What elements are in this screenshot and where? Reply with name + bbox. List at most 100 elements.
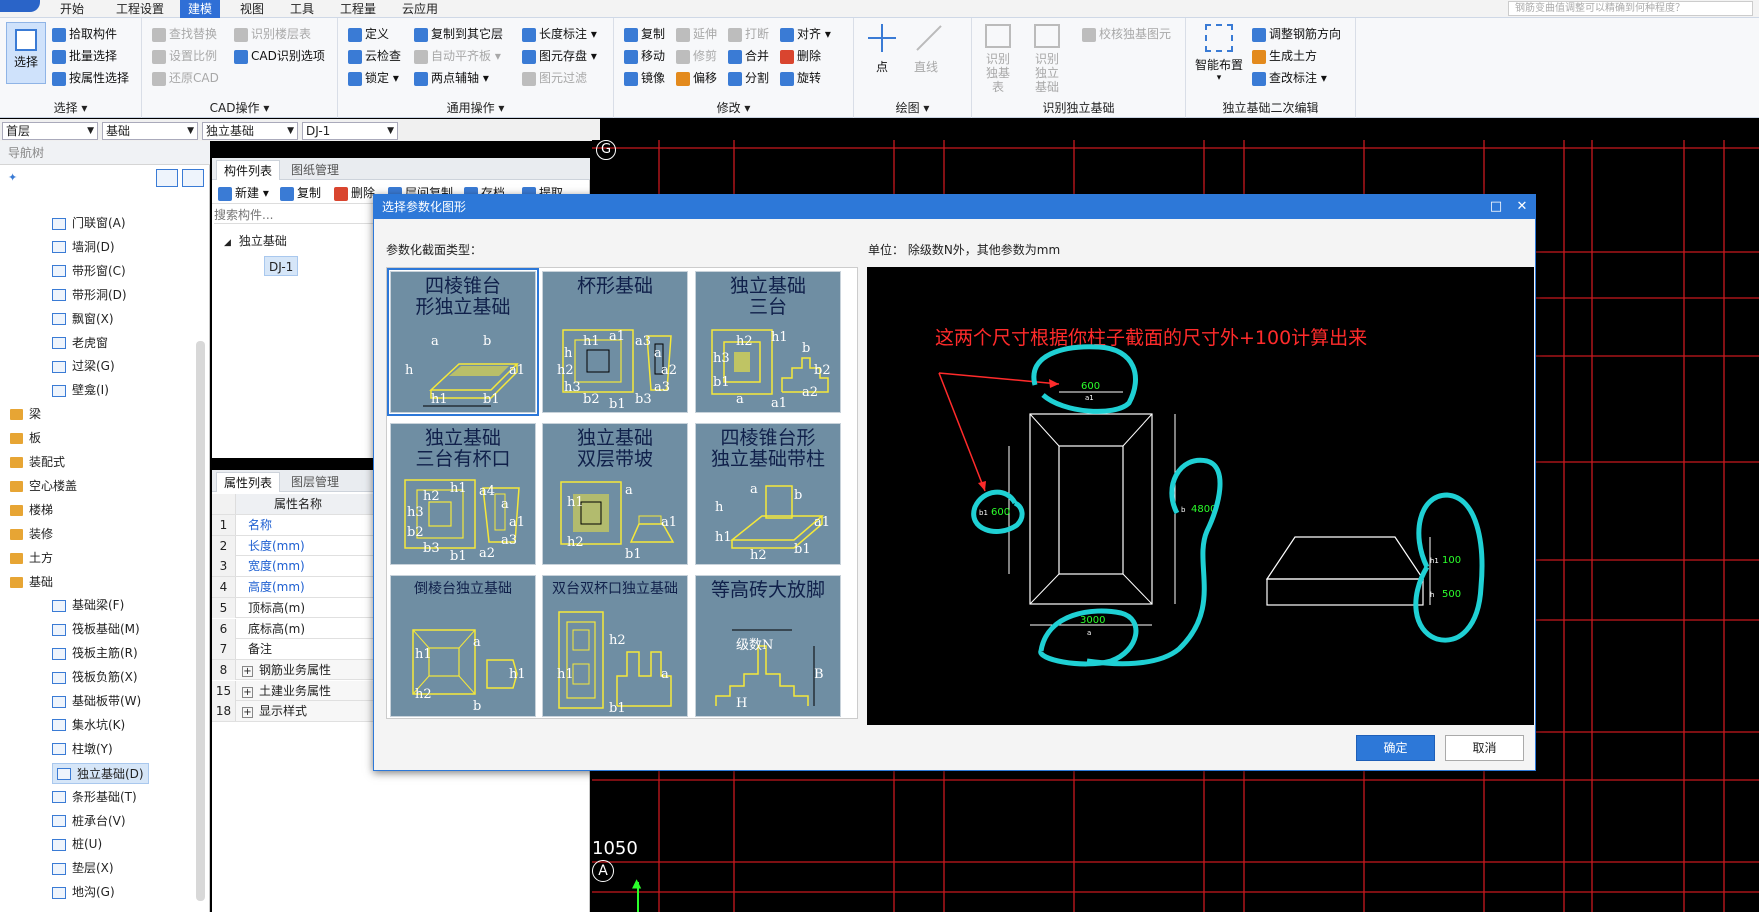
nav-item[interactable]: 集水坑(K)	[52, 715, 125, 736]
nav-item[interactable]: 飘窗(X)	[52, 309, 114, 330]
nav-item[interactable]: 筏板主筋(R)	[52, 643, 138, 664]
group-label-common[interactable]: 通用操作 ▾	[338, 99, 613, 116]
shape-tile[interactable]: 等高砖大放脚 B H 级数N	[695, 575, 841, 717]
tab-modeling[interactable]: 建模	[180, 0, 221, 18]
tab-component-list[interactable]: 构件列表	[216, 160, 281, 180]
nav-item[interactable]: 桩承台(V)	[52, 811, 126, 832]
ok-button[interactable]: 确定	[1356, 735, 1435, 761]
shape-tile[interactable]: 双台双杯口独立基础 a b1 h1 h2	[542, 575, 688, 717]
split-button[interactable]: 分割	[728, 68, 769, 88]
break-button[interactable]: 打断	[728, 24, 769, 44]
nav-item[interactable]: 基础梁(F)	[52, 595, 124, 616]
type-select[interactable]: 独立基础 ▼	[202, 122, 298, 140]
nav-item[interactable]: 垫层(X)	[52, 858, 114, 879]
shape-tile[interactable]: 四棱锥台 形独立基础 a1 b1 h1 h a b	[387, 268, 539, 416]
nav-folder[interactable]: 楼梯	[10, 500, 53, 521]
select-by-attr-button[interactable]: 按属性选择	[52, 68, 129, 88]
nav-item[interactable]: 地沟(G)	[52, 882, 115, 903]
new-component-button[interactable]: 新建 ▾	[218, 183, 269, 203]
group-label-modify[interactable]: 修改 ▾	[614, 99, 853, 116]
adjust-rebar-direction-button[interactable]: 调整钢筋方向	[1252, 24, 1341, 44]
tree-item-dj1[interactable]: DJ-1	[264, 256, 299, 276]
select-button[interactable]: 选择	[6, 22, 46, 84]
align-button[interactable]: 对齐 ▾	[780, 24, 831, 44]
tab-tools[interactable]: 工具	[282, 0, 322, 18]
component-select[interactable]: DJ-1 ▼	[302, 122, 398, 140]
maximize-icon[interactable]: □	[1484, 195, 1508, 219]
nav-item[interactable]: 柱墩(Y)	[52, 739, 113, 760]
nav-item[interactable]: 筏板基础(M)	[52, 619, 140, 640]
nav-folder[interactable]: 基础	[10, 572, 53, 593]
tab-quantities[interactable]: 工程量	[332, 0, 384, 18]
floor-select[interactable]: 首层 ▼	[2, 122, 98, 140]
batch-select-button[interactable]: 批量选择	[52, 46, 117, 66]
shape-tile[interactable]: 四棱锥台形 独立基础带柱 a1 b1 h2 h1 h a b	[695, 423, 841, 565]
tab-cloud[interactable]: 云应用	[394, 0, 446, 18]
group-label-select[interactable]: 选择 ▾	[0, 99, 141, 116]
nav-folder[interactable]: 装配式	[10, 452, 65, 473]
nav-item[interactable]: 桩(U)	[52, 834, 102, 855]
copy-button[interactable]: 复制	[624, 24, 665, 44]
tab-project-settings[interactable]: 工程设置	[108, 0, 172, 18]
tab-view[interactable]: 视图	[232, 0, 272, 18]
category-select[interactable]: 基础 ▼	[102, 122, 198, 140]
tab-start[interactable]: 开始	[52, 0, 92, 18]
close-icon[interactable]: ✕	[1510, 195, 1534, 219]
expand-plus-icon[interactable]: +	[242, 686, 253, 698]
help-search-input[interactable]: 钢筋变曲值调整可以精确到何种程度？	[1508, 1, 1753, 16]
tree-root-footing[interactable]: ◢ 独立基础	[224, 232, 287, 249]
shape-tile[interactable]: 独立基础 双层带坡 a1 b1 h2 h1 a	[542, 423, 688, 565]
offset-button[interactable]: 偏移	[676, 68, 717, 88]
nav-item[interactable]: 老虎窗	[52, 333, 108, 354]
find-replace-button[interactable]: 查找替换	[152, 24, 217, 44]
nav-item[interactable]: 独立基础(D)	[52, 762, 149, 784]
lock-button[interactable]: 锁定 ▾	[348, 68, 399, 88]
nav-item[interactable]: 门联窗(A)	[52, 213, 126, 234]
nav-item[interactable]: 墙洞(D)	[52, 237, 115, 258]
check-annotation-button[interactable]: 查改标注 ▾	[1252, 68, 1327, 88]
mirror-button[interactable]: 镜像	[624, 68, 665, 88]
copy-to-floor-button[interactable]: 复制到其它层	[414, 24, 503, 44]
nav-item[interactable]: 过梁(G)	[52, 356, 115, 377]
recognize-footing-button[interactable]: 识别独立基础	[1022, 24, 1072, 94]
shape-tile[interactable]: 独立基础 三台 b2 a2 a1 a b1 h3 h2 h1 b	[695, 271, 841, 413]
check-footing-button[interactable]: 校核独基图元	[1082, 24, 1171, 44]
delete-button[interactable]: 删除	[780, 46, 821, 66]
delete-component-button[interactable]: 删除	[334, 183, 375, 203]
recognize-table-button[interactable]: 识别独基表	[974, 24, 1022, 94]
nav-folder[interactable]: 梁	[10, 404, 41, 425]
cad-options-button[interactable]: CAD识别选项	[234, 46, 325, 66]
pick-component-button[interactable]: 拾取构件	[52, 24, 117, 44]
trim-button[interactable]: 修剪	[676, 46, 717, 66]
set-scale-button[interactable]: 设置比例	[152, 46, 217, 66]
nav-item[interactable]: 带形洞(D)	[52, 285, 127, 306]
nav-folder[interactable]: 空心楼盖	[10, 476, 77, 497]
move-button[interactable]: 移动	[624, 46, 665, 66]
length-dim-button[interactable]: 长度标注 ▾	[522, 24, 597, 44]
cancel-button[interactable]: 取消	[1445, 735, 1524, 761]
two-point-axis-button[interactable]: 两点辅轴 ▾	[414, 68, 489, 88]
group-label-draw[interactable]: 绘图 ▾	[854, 99, 971, 116]
shape-tile[interactable]: 独立基础 三台有杯口 a1 a3 a2 b1 b3 b2 h3 h2 h1 a4 a	[390, 423, 536, 565]
nav-folder[interactable]: 装修	[10, 524, 53, 545]
nav-item[interactable]: 带形窗(C)	[52, 261, 126, 282]
group-label-cad[interactable]: CAD操作 ▾	[142, 99, 337, 116]
cloud-check-button[interactable]: 云检查	[348, 46, 401, 66]
navtree-scrollbar[interactable]	[196, 341, 205, 901]
point-button[interactable]: 点	[862, 24, 902, 75]
line-button[interactable]: 直线	[906, 24, 946, 75]
define-button[interactable]: 定义	[348, 24, 389, 44]
merge-button[interactable]: 合并	[728, 46, 769, 66]
nav-item[interactable]: 基础板带(W)	[52, 691, 141, 712]
nav-folder[interactable]: 土方	[10, 548, 53, 569]
tab-drawing-management[interactable]: 图纸管理	[284, 160, 346, 180]
nav-folder[interactable]: 板	[10, 428, 41, 449]
expand-plus-icon[interactable]: +	[242, 665, 253, 677]
expand-plus-icon[interactable]: +	[242, 707, 253, 719]
auto-flush-slab-button[interactable]: 自动平齐板 ▾	[414, 46, 501, 66]
smart-layout-button[interactable]: 智能布置 ▾	[1192, 24, 1246, 83]
element-filter-button[interactable]: 图元过滤	[522, 68, 587, 88]
restore-cad-button[interactable]: 还原CAD	[152, 68, 219, 88]
nav-item[interactable]: 条形基础(T)	[52, 787, 137, 808]
shape-tile[interactable]: 倒棱台独立基础 h1 b h2 h1 a	[390, 575, 536, 717]
